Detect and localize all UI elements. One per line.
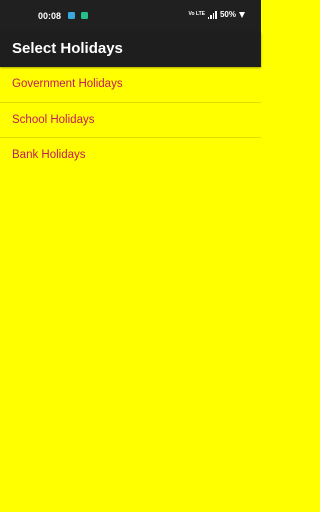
volte-icon: Vo LTE	[188, 11, 205, 17]
app-bar: Select Holidays	[0, 32, 261, 67]
battery-percentage: 50%	[219, 10, 236, 19]
list-item-label: School Holidays	[12, 113, 95, 126]
signal-icon	[207, 10, 217, 19]
page-title: Select Holidays	[12, 40, 123, 57]
holiday-list: Government Holidays School Holidays Bank…	[0, 67, 261, 174]
list-item-label: Bank Holidays	[12, 149, 86, 161]
message-notification-icon	[68, 12, 75, 19]
app-notification-icon	[81, 12, 88, 19]
status-bar: 00:08 Vo LTE 50%	[0, 0, 261, 32]
list-item-bank-holidays[interactable]: Bank Holidays	[0, 138, 261, 174]
list-item-label: Government Holidays	[12, 78, 123, 90]
status-indicators: Vo LTE 50%	[188, 10, 245, 19]
list-item-government-holidays[interactable]: Government Holidays	[0, 67, 261, 103]
wifi-icon	[239, 11, 245, 18]
status-time: 00:08	[38, 11, 62, 21]
list-item-school-holidays[interactable]: School Holidays	[0, 103, 261, 138]
